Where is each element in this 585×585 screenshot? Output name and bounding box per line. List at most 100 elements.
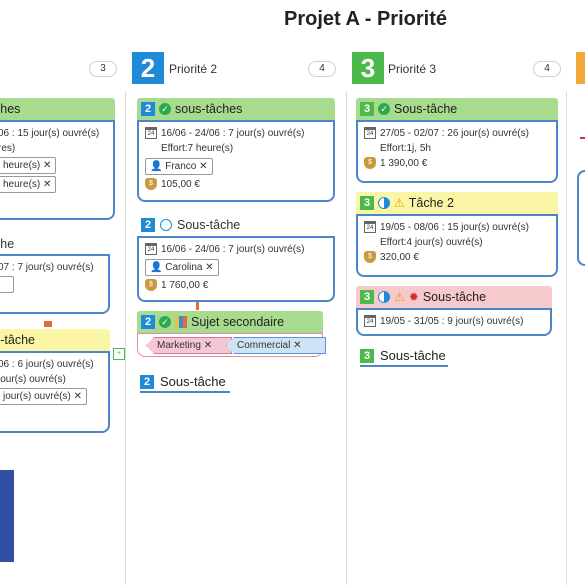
card-body: 24 16/06 - 24/06 : 7 jour(s) ouvré(s) Eff…	[137, 120, 335, 202]
connector-line	[580, 137, 585, 139]
chart-icon	[175, 316, 187, 328]
card-header: 2 ✓ sous-tâches	[137, 98, 335, 120]
topic-card[interactable]: 2 ✓ Sujet secondaire	[137, 311, 323, 333]
remove-icon[interactable]: ✕	[205, 262, 213, 273]
task-card[interactable]: 2 ✓ sous-tâches 24 16/06 - 24/06 : 7 jour…	[137, 98, 335, 202]
card-header: 2 Sous-tâche	[137, 214, 335, 236]
priority-icon: 2	[141, 315, 155, 329]
column-2-count: 4	[308, 61, 336, 77]
card-title: che	[0, 237, 15, 251]
complete-check-icon: ✓	[159, 103, 171, 115]
priority-2-badge: 2	[132, 52, 164, 84]
progress-half-icon	[378, 197, 390, 209]
resource-chip[interactable]: heure(s) ✕	[0, 176, 57, 193]
card-title: Sous-tâche	[160, 374, 226, 389]
task-card[interactable]: s-tâche 06 : 6 jour(s) ouvré(s) jour(s) …	[0, 329, 110, 433]
card-body: 24 16/06 - 24/06 : 7 jour(s) ouvré(s) 👤 C…	[137, 236, 335, 302]
link-icon[interactable]: +	[113, 348, 125, 360]
task-card[interactable]: ches 06 : 15 jour(s) ouvré(s) res) heure…	[0, 98, 115, 220]
card-title: Sous-tâche	[380, 348, 446, 363]
money-bag-icon: $	[364, 157, 376, 170]
chip-label: Carolina	[165, 262, 203, 273]
card-body: 07 : 7 jour(s) ouvré(s)	[0, 254, 110, 314]
effort-text: res)	[0, 143, 16, 154]
complete-check-icon: ✓	[378, 103, 390, 115]
task-card[interactable]: 3 ✓ Sous-tâche 24 27/05 - 02/07 : 26 jour…	[356, 98, 558, 183]
connector-line	[196, 302, 199, 310]
card-header: ches	[0, 98, 115, 120]
date-range: 16/06 - 24/06 : 7 jour(s) ouvré(s)	[161, 244, 305, 255]
card-header: 3 ✓ Sous-tâche	[356, 98, 558, 120]
resource-chip[interactable]: heure(s) ✕	[0, 157, 57, 174]
task-item[interactable]: 3 Sous-tâche	[360, 348, 448, 367]
page-title: Projet A - Priorité	[284, 8, 447, 30]
priority-icon: 2	[141, 218, 155, 232]
warning-icon: ⚠	[394, 290, 405, 304]
column-divider	[566, 91, 567, 585]
date-range: 16/06 - 24/06 : 7 jour(s) ouvré(s)	[161, 128, 305, 139]
calendar-icon: 24	[364, 315, 376, 328]
card-title: Tâche 2	[408, 196, 454, 210]
money-bag-icon: $	[364, 251, 376, 264]
task-card[interactable]	[577, 170, 585, 266]
remove-icon[interactable]: ✕	[74, 391, 82, 402]
card-title: s-tâche	[0, 333, 35, 347]
priority-icon: 3	[360, 348, 374, 363]
complete-check-icon: ✓	[159, 316, 171, 328]
remove-icon[interactable]: ✕	[293, 340, 301, 351]
remove-icon[interactable]: ✕	[204, 340, 212, 351]
warning-icon: ⚠	[394, 196, 405, 210]
tag-chip[interactable]: Marketing ✕	[146, 337, 232, 354]
task-card[interactable]: che 07 : 7 jour(s) ouvré(s)	[0, 234, 110, 314]
chip-label: heure(s)	[3, 179, 41, 190]
money-bag-icon: $	[145, 178, 157, 191]
card-body: 06 : 15 jour(s) ouvré(s) res) heure(s) ✕…	[0, 120, 115, 220]
calendar-icon: 24	[145, 243, 157, 256]
priority-icon: 2	[140, 374, 154, 389]
resource-chip[interactable]: 👤 Carolina ✕	[145, 259, 219, 276]
resource-chip[interactable]	[0, 276, 14, 293]
connector-dot	[44, 321, 52, 327]
card-header: 3 ⚠ Tâche 2	[356, 192, 558, 214]
chip-label: heure(s)	[3, 160, 41, 171]
alarm-icon: ✹	[408, 290, 419, 304]
calendar-icon: 24	[364, 127, 376, 140]
card-title: Sujet secondaire	[191, 315, 285, 329]
cost-value: 105,00 €	[161, 179, 200, 190]
card-header: 3 ⚠ ✹ Sous-tâche	[356, 286, 552, 308]
task-card[interactable]: 2 Sous-tâche 24 16/06 - 24/06 : 7 jour(s)…	[137, 214, 335, 302]
card-title: ches	[0, 102, 21, 116]
card-title: sous-tâches	[175, 102, 243, 116]
cost-value: 1 390,00 €	[380, 158, 428, 169]
side-panel-tab[interactable]	[0, 470, 14, 562]
date-range: 19/05 - 08/06 : 15 jour(s) ouvré(s)	[380, 222, 529, 233]
column-1-count: 3	[89, 61, 117, 77]
priority-icon: 3	[360, 290, 374, 304]
card-body: 06 : 6 jour(s) ouvré(s) jour(s) ouvré(s)…	[0, 351, 110, 433]
column-2-label: Priorité 2	[169, 62, 218, 76]
priority-icon: 3	[360, 196, 374, 210]
remove-icon[interactable]: ✕	[43, 179, 51, 190]
card-body: 24 27/05 - 02/07 : 26 jour(s) ouvré(s) Ef…	[356, 120, 558, 183]
column-3-label: Priorité 3	[388, 62, 437, 76]
person-icon: 👤	[150, 161, 163, 172]
calendar-icon: 24	[364, 221, 376, 234]
chip-label: jour(s) ouvré(s)	[3, 391, 71, 402]
effort-text: Effort:4 jour(s) ouvré(s)	[380, 237, 483, 248]
resource-chip[interactable]: 👤 Franco ✕	[145, 158, 213, 175]
tag-chip[interactable]: Commercial ✕	[226, 337, 326, 354]
resource-chip[interactable]: jour(s) ouvré(s) ✕	[0, 388, 87, 405]
cost-value: 320,00 €	[380, 252, 419, 263]
date-range: 06 : 15 jour(s) ouvré(s)	[0, 128, 100, 139]
calendar-icon: 24	[145, 127, 157, 140]
date-range: 07 : 7 jour(s) ouvré(s)	[0, 262, 94, 273]
task-item[interactable]: 2 Sous-tâche	[140, 374, 230, 393]
remove-icon[interactable]: ✕	[199, 161, 207, 172]
column-divider	[125, 91, 126, 585]
tag-label: Commercial	[237, 340, 291, 351]
card-body: 24 19/05 - 31/05 : 9 jour(s) ouvré(s)	[356, 308, 552, 336]
remove-icon[interactable]: ✕	[43, 160, 51, 171]
person-icon: 👤	[150, 262, 163, 273]
task-card[interactable]: 3 ⚠ Tâche 2 24 19/05 - 08/06 : 15 jour(s)…	[356, 192, 558, 277]
task-card[interactable]: 3 ⚠ ✹ Sous-tâche 24 19/05 - 31/05 : 9 jou…	[356, 286, 552, 336]
